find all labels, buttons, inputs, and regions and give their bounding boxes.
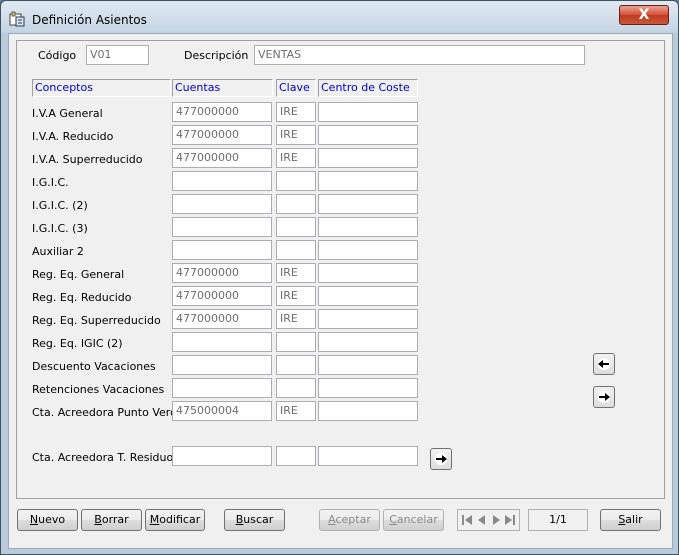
- concept-label: Auxiliar 2: [32, 245, 84, 258]
- centro-coste-field[interactable]: [318, 309, 418, 329]
- clave-field[interactable]: IRE: [276, 148, 316, 168]
- concept-label: Reg. Eq. Reducido: [32, 291, 132, 304]
- clave-field[interactable]: [276, 194, 316, 214]
- concept-label: I.V.A General: [32, 107, 103, 120]
- centro-coste-field[interactable]: [318, 355, 418, 375]
- borrar-button[interactable]: Borrar: [81, 509, 142, 531]
- arrow-left-icon: [598, 358, 610, 370]
- cuenta-field[interactable]: [172, 332, 272, 352]
- clave-field[interactable]: [276, 378, 316, 398]
- clave-field[interactable]: IRE: [276, 309, 316, 329]
- descripcion-field[interactable]: VENTAS: [254, 45, 585, 65]
- cuenta-field[interactable]: 477000000: [172, 263, 272, 283]
- prev-record-icon[interactable]: [475, 513, 489, 527]
- close-icon: X: [638, 7, 650, 23]
- app-icon: [9, 11, 25, 27]
- next-record-icon[interactable]: [489, 513, 503, 527]
- centro-coste-field[interactable]: [318, 194, 418, 214]
- clave-field[interactable]: IRE: [276, 102, 316, 122]
- concept-label: Reg. Eq. IGIC (2): [32, 337, 123, 350]
- cuenta-field[interactable]: [172, 355, 272, 375]
- residuos-go-button[interactable]: [430, 448, 452, 470]
- centro-coste-field[interactable]: [318, 378, 418, 398]
- col-header-conceptos: Conceptos: [32, 79, 171, 97]
- centro-coste-field[interactable]: [318, 171, 418, 191]
- cuenta-field[interactable]: 477000000: [172, 102, 272, 122]
- concept-label: I.G.I.C.: [32, 176, 69, 189]
- move-right-button[interactable]: [593, 386, 615, 408]
- cuenta-field[interactable]: [172, 194, 272, 214]
- cuenta-field[interactable]: 475000004: [172, 401, 272, 421]
- cuenta-field[interactable]: [172, 378, 272, 398]
- cuenta-field[interactable]: 477000000: [172, 286, 272, 306]
- cuenta-field[interactable]: [172, 171, 272, 191]
- codigo-field[interactable]: V01: [86, 45, 149, 65]
- cuenta-field[interactable]: 477000000: [172, 125, 272, 145]
- salir-button[interactable]: Salir: [600, 509, 661, 531]
- window-title: Definición Asientos: [32, 13, 147, 27]
- clave-field[interactable]: [276, 171, 316, 191]
- cuenta-field[interactable]: 477000000: [172, 148, 272, 168]
- concept-label: Retenciones Vacaciones: [32, 383, 165, 396]
- title-bar: Definición Asientos X: [1, 1, 678, 35]
- clave-field[interactable]: [276, 217, 316, 237]
- residuos-clave-field[interactable]: [276, 446, 316, 466]
- concept-label: I.G.I.C. (3): [32, 222, 88, 235]
- clave-field[interactable]: IRE: [276, 125, 316, 145]
- client-area: Código V01 Descripción VENTAS Conceptos …: [8, 33, 673, 549]
- concept-label: Reg. Eq. Superreducido: [32, 314, 161, 327]
- arrow-right-icon: [598, 391, 610, 403]
- modificar-button[interactable]: Modificar: [145, 509, 205, 531]
- concept-label: Descuento Vacaciones: [32, 360, 156, 373]
- centro-coste-field[interactable]: [318, 217, 418, 237]
- centro-coste-field[interactable]: [318, 240, 418, 260]
- residuos-cuenta-field[interactable]: [172, 446, 272, 466]
- first-record-icon[interactable]: [460, 513, 474, 527]
- cancelar-button[interactable]: Cancelar: [383, 509, 444, 531]
- buscar-button[interactable]: Buscar: [224, 509, 285, 531]
- clave-field[interactable]: [276, 355, 316, 375]
- concept-label: Reg. Eq. General: [32, 268, 125, 281]
- clave-field[interactable]: IRE: [276, 263, 316, 283]
- record-navigator: [457, 509, 520, 531]
- concept-label: I.V.A. Reducido: [32, 130, 114, 143]
- clave-field[interactable]: [276, 240, 316, 260]
- aceptar-button[interactable]: Aceptar: [319, 509, 380, 531]
- cuenta-field[interactable]: [172, 240, 272, 260]
- page-indicator: 1/1: [528, 509, 588, 531]
- concept-label: I.V.A. Superreducido: [32, 153, 143, 166]
- centro-coste-field[interactable]: [318, 263, 418, 283]
- residuos-label: Cta. Acreedora T. Residuos: [32, 451, 179, 464]
- col-header-cuentas: Cuentas: [172, 79, 273, 97]
- descripcion-label: Descripción: [184, 49, 249, 62]
- residuos-centro-field[interactable]: [318, 446, 418, 466]
- cuenta-field[interactable]: [172, 217, 272, 237]
- close-button[interactable]: X: [619, 5, 669, 25]
- centro-coste-field[interactable]: [318, 102, 418, 122]
- centro-coste-field[interactable]: [318, 148, 418, 168]
- clave-field[interactable]: IRE: [276, 401, 316, 421]
- col-header-centro: Centro de Coste: [318, 79, 418, 97]
- centro-coste-field[interactable]: [318, 286, 418, 306]
- centro-coste-field[interactable]: [318, 125, 418, 145]
- nuevo-button[interactable]: Nuevo: [17, 509, 78, 531]
- concept-label: Cta. Acreedora Punto Verde: [32, 406, 184, 419]
- col-header-clave: Clave: [276, 79, 316, 97]
- clave-field[interactable]: [276, 332, 316, 352]
- move-left-button[interactable]: [593, 353, 615, 375]
- last-record-icon[interactable]: [503, 513, 517, 527]
- centro-coste-field[interactable]: [318, 401, 418, 421]
- concept-label: I.G.I.C. (2): [32, 199, 88, 212]
- cuenta-field[interactable]: 477000000: [172, 309, 272, 329]
- centro-coste-field[interactable]: [318, 332, 418, 352]
- dialog-window: Definición Asientos X Código V01 Descrip…: [0, 0, 679, 555]
- arrow-right-icon: [435, 453, 447, 465]
- codigo-label: Código: [38, 49, 77, 62]
- clave-field[interactable]: IRE: [276, 286, 316, 306]
- main-panel: Código V01 Descripción VENTAS Conceptos …: [16, 40, 665, 499]
